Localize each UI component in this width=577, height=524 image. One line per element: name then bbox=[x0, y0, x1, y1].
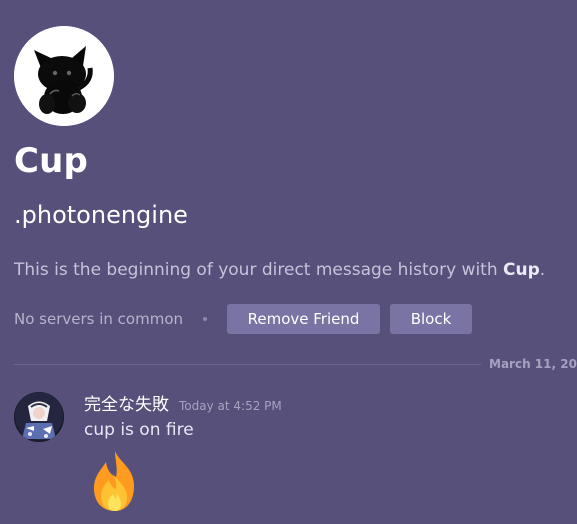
history-name: Cup bbox=[503, 260, 540, 280]
fire-emoji-graphic bbox=[94, 451, 134, 511]
separator-dot bbox=[203, 317, 208, 321]
block-button[interactable]: Block bbox=[390, 304, 473, 334]
history-suffix: . bbox=[539, 260, 546, 280]
message-content: cup is on fire bbox=[84, 420, 194, 440]
message-timestamp[interactable]: Today at 4:52 PM bbox=[179, 399, 282, 413]
profile-avatar[interactable] bbox=[14, 26, 114, 126]
message-header: 完全な失敗 Today at 4:52 PM bbox=[84, 390, 282, 415]
dm-history-text: This is the beginning of your direct mes… bbox=[14, 260, 545, 280]
message-author-name[interactable]: 完全な失敗 bbox=[84, 390, 169, 415]
remove-friend-button[interactable]: Remove Friend bbox=[227, 304, 381, 334]
message-item[interactable]: 完全な失敗 Today at 4:52 PM cup is on fire bbox=[14, 390, 577, 520]
profile-actions: No servers in common Remove Friend Block bbox=[14, 304, 473, 334]
profile-display-name: Cup bbox=[14, 141, 89, 181]
fire-icon[interactable] bbox=[84, 448, 146, 514]
mutual-servers-text: No servers in common bbox=[14, 310, 184, 328]
black-cat-avatar-image bbox=[14, 26, 114, 126]
message-author-avatar[interactable] bbox=[14, 392, 64, 442]
anime-avatar-image bbox=[14, 392, 64, 442]
divider-date: March 11, 202 bbox=[489, 357, 577, 371]
message-date-divider bbox=[14, 364, 481, 365]
profile-username: .photonengine bbox=[14, 201, 188, 229]
dm-intro: Cup .photonengine This is the beginning … bbox=[14, 26, 577, 334]
history-prefix: This is the beginning of your direct mes… bbox=[14, 260, 504, 280]
